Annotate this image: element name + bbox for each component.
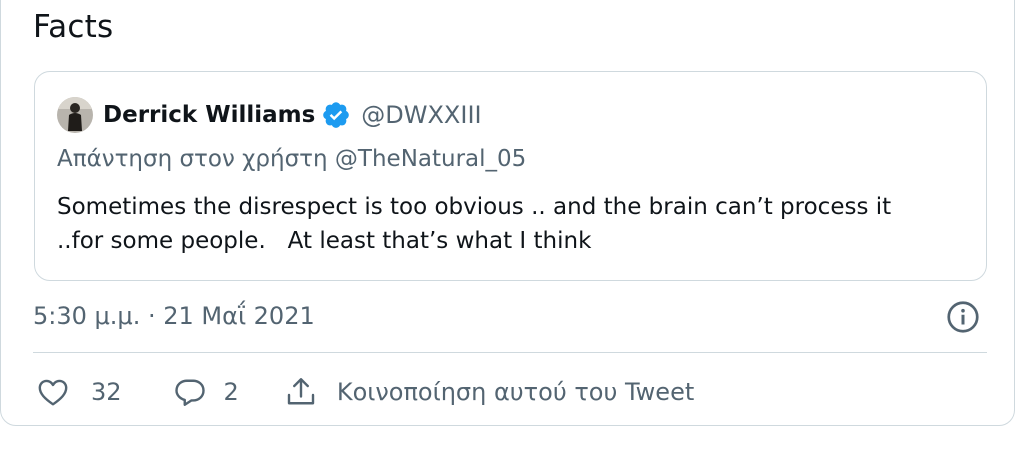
tweet-text: Facts <box>33 9 114 45</box>
reply-count: 2 <box>223 378 239 406</box>
reply-mention[interactable]: @TheNatural_05 <box>335 146 526 172</box>
share-icon <box>287 378 315 405</box>
author-name[interactable]: Derrick Williams <box>103 102 315 128</box>
avatar[interactable] <box>57 97 93 133</box>
share-label: Κοινοποίηση αυτού του Tweet <box>336 378 695 406</box>
like-count: 32 <box>91 378 122 406</box>
heart-icon <box>38 379 68 406</box>
tweet-timestamp[interactable]: 5:30 μ.μ. · 21 Μαΐ 2021 <box>33 302 315 330</box>
like-button[interactable]: 32 <box>35 374 172 410</box>
share-button[interactable]: Κοινοποίηση αυτού του Tweet <box>283 374 694 410</box>
reply-context: Απάντηση στον χρήστη @TheNatural_05 <box>57 146 526 172</box>
reply-button[interactable]: 2 <box>172 374 283 410</box>
quoted-tweet-line-1: Sometimes the disrespect is too obvious … <box>57 194 892 220</box>
quoted-tweet-line-2: ..for some people. At least that’s what … <box>57 228 592 254</box>
tweet-card: Facts Derrick Williams @DWXXIII Απάντηση… <box>0 0 1015 426</box>
reply-prefix: Απάντηση στον χρήστη <box>57 146 328 172</box>
speech-bubble-icon <box>174 379 205 406</box>
author-handle[interactable]: @DWXXIII <box>361 101 481 129</box>
quoted-tweet-header: Derrick Williams @DWXXIII <box>57 96 482 134</box>
verified-badge-icon <box>323 102 350 128</box>
action-bar: 32 2 Κοινοποίηση αυτού του Tweet <box>35 372 694 412</box>
quoted-tweet-body: Sometimes the disrespect is too obvious … <box>57 190 891 258</box>
quoted-tweet[interactable]: Derrick Williams @DWXXIII Απάντηση στον … <box>34 71 987 281</box>
divider <box>33 352 987 353</box>
info-icon[interactable] <box>945 299 981 335</box>
